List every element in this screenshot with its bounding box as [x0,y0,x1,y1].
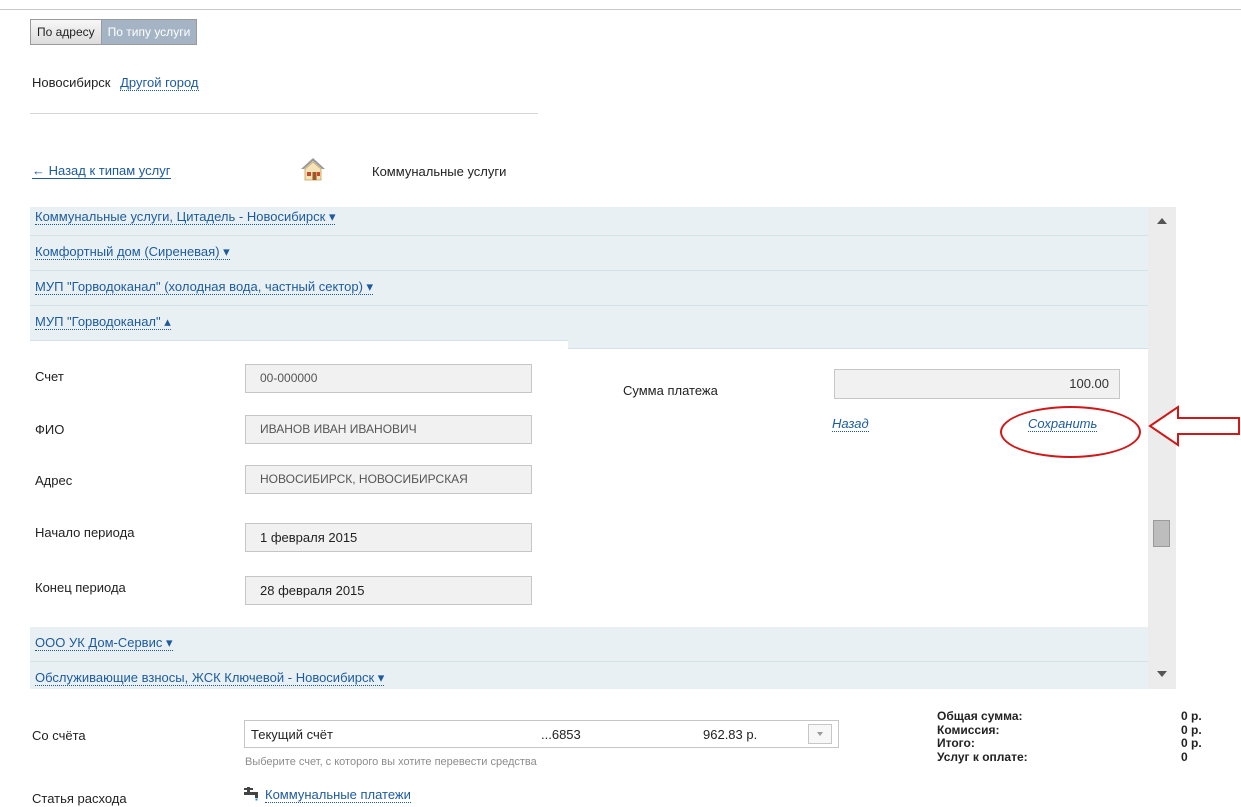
provider-row: ООО УК Дом-Сервис ▾ [30,627,1148,662]
provider-row: Комфортный дом (Сиреневая) ▾ [30,236,1148,271]
from-account-label: Со счёта [32,728,86,743]
top-divider [0,9,1241,10]
name-field[interactable]: ИВАНОВ ИВАН ИВАНОВИЧ [245,415,532,444]
period-start-field[interactable]: 1 февраля 2015 [245,523,532,552]
other-city-link[interactable]: Другой город [120,75,199,91]
period-start-label: Начало периода [35,525,135,540]
back-to-service-types-link[interactable]: ← Назад к типам услуг [32,163,171,179]
account-balance: 962.83 р. [703,727,758,742]
account-field[interactable]: 00-000000 [245,364,532,393]
faucet-icon [244,787,258,801]
provider-row: МУП "Горводоканал" (холодная вода, частн… [30,271,1148,306]
scroll-up-arrow-icon[interactable] [1157,218,1167,224]
provider-link[interactable]: Обслуживающие взносы, ЖСК Ключевой - Нов… [35,670,385,686]
account-select[interactable]: Текущий счёт ...6853 962.83 р. [244,720,839,748]
expense-label: Статья расхода [32,791,127,806]
total-label: Общая сумма: [937,709,1023,723]
address-label: Адрес [35,473,73,488]
account-dropdown-button[interactable] [808,724,832,744]
account-hint: Выберите счет, с которого вы хотите пере… [245,756,537,768]
provider-row: Обслуживающие взносы, ЖСК Ключевой - Нов… [30,662,1148,689]
expense-category-link[interactable]: Коммунальные платежи [265,787,411,803]
provider-link[interactable]: МУП "Горводоканал" (холодная вода, частн… [35,279,374,295]
address-field[interactable]: НОВОСИБИРСК, НОВОСИБИРСКАЯ [245,465,532,494]
scrollbar-thumb[interactable] [1153,520,1170,547]
account-label: Счет [35,369,64,384]
current-city: Новосибирск [32,75,111,90]
provider-row: Коммунальные услуги, Цитадель - Новосиби… [30,207,1148,236]
chevron-down-icon [817,732,823,736]
highlight-ellipse [1000,406,1141,458]
provider-link[interactable]: Коммунальные услуги, Цитадель - Новосиби… [35,209,336,225]
account-name: Текущий счёт [251,727,333,742]
search-mode-toggle: По адресу По типу услуги [30,19,198,45]
scroll-down-arrow-icon[interactable] [1157,671,1167,677]
provider-row-expanded: МУП "Горводоканал" ▴ [30,306,568,341]
category-title: Коммунальные услуги [372,164,507,179]
provider-list: Коммунальные услуги, Цитадель - Новосиби… [30,207,1148,689]
period-end-field[interactable]: 28 февраля 2015 [245,576,532,605]
amount-field[interactable]: 100.00 [834,369,1120,399]
provider-link[interactable]: Комфортный дом (Сиреневая) ▾ [35,244,230,260]
provider-link[interactable]: МУП "Горводоканал" ▴ [35,314,171,330]
city-selector: Новосибирск Другой город [32,75,199,91]
provider-link[interactable]: ООО УК Дом-Сервис ▾ [35,635,173,651]
amount-label: Сумма платежа [623,383,718,398]
house-icon [301,158,325,181]
tab-by-service-type[interactable]: По типу услуги [101,20,197,44]
services-value: 0 [1181,750,1188,764]
total-value: 0 р. [1181,709,1202,723]
back-button[interactable]: Назад [832,416,869,432]
result-label: Итого: [937,736,975,750]
period-end-label: Конец периода [35,580,126,595]
divider [30,113,538,114]
result-value: 0 р. [1181,736,1202,750]
provider-row-strip [568,306,1148,349]
tab-by-address[interactable]: По адресу [31,20,102,44]
annotation-arrow-icon [1148,405,1240,447]
payment-details-form: Счет 00-000000 ФИО ИВАНОВ ИВАН ИВАНОВИЧ … [30,349,1148,627]
name-label: ФИО [35,422,65,437]
account-number: ...6853 [541,727,581,742]
services-label: Услуг к оплате: [937,750,1028,764]
